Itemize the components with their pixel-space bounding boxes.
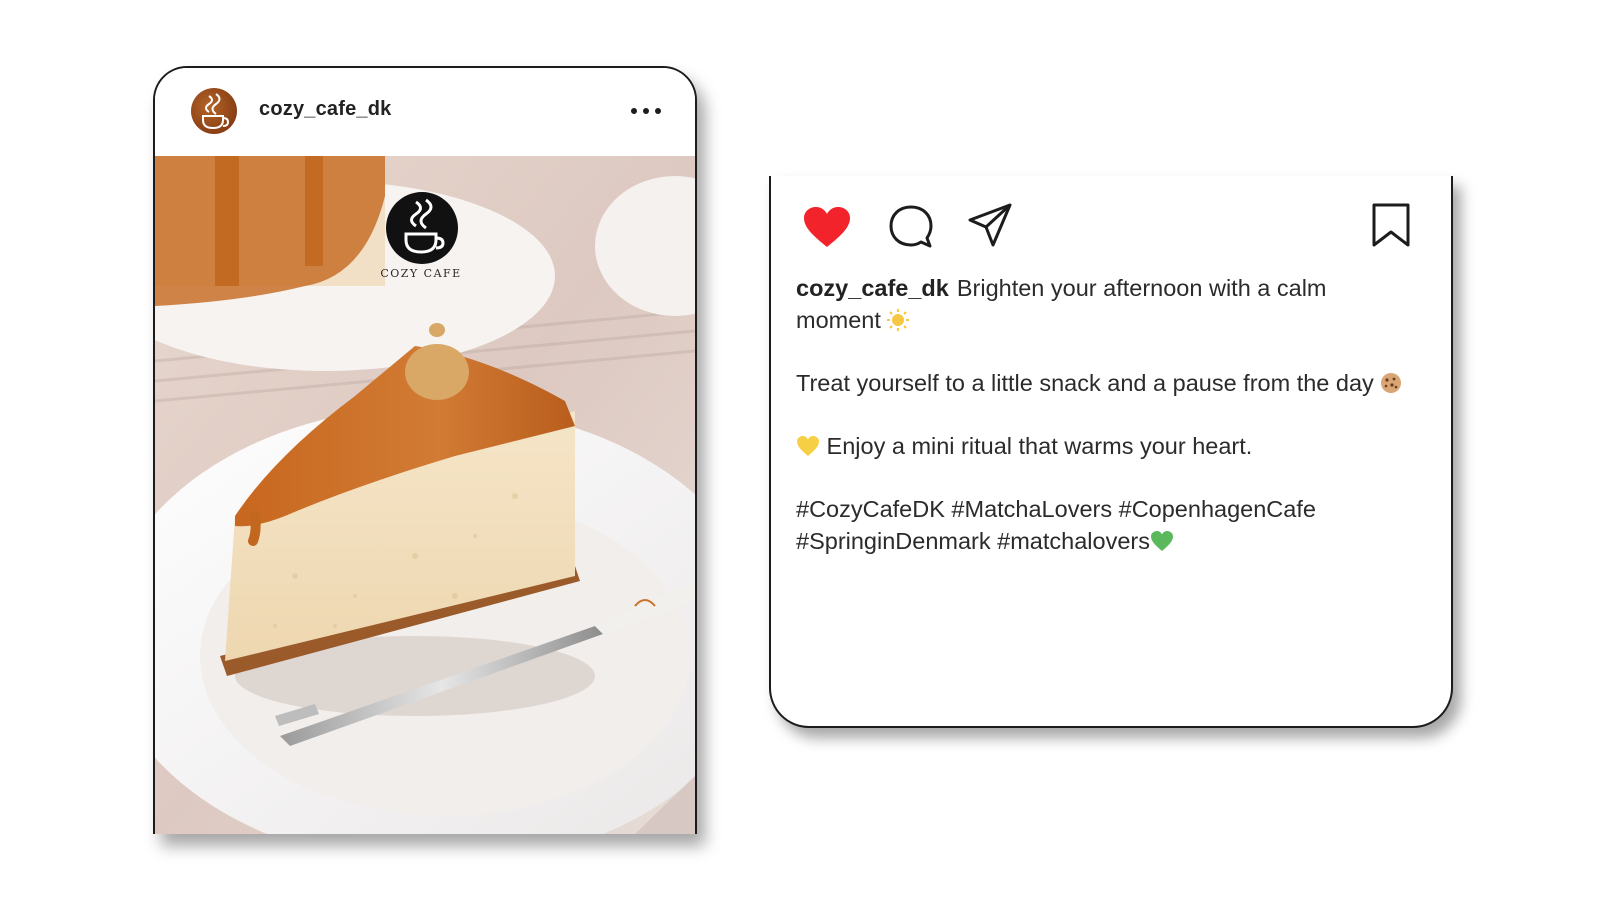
comment-icon[interactable] [887,203,935,251]
bookmark-icon[interactable] [1369,202,1413,248]
caption-text: cozy_cafe_dk Brighten your afternoon with… [796,272,1416,557]
caption-username[interactable]: cozy_cafe_dk [796,275,949,301]
more-options-icon[interactable] [629,106,663,116]
caption-line-3: Enjoy a mini ritual that warms your hear… [826,433,1253,459]
share-icon[interactable] [967,202,1013,248]
logo-mark [386,192,458,264]
yellow-heart-emoji-icon [797,436,819,456]
caption-paragraph-1: cozy_cafe_dk Brighten your afternoon with… [796,272,1416,336]
post-username[interactable]: cozy_cafe_dk [259,98,391,121]
caption-paragraph-2: Treat yourself to a little snack and a p… [796,367,1416,399]
green-heart-emoji-icon [1150,531,1173,551]
post-photo-cheesecake[interactable]: COZY CAFE [155,156,695,834]
heart-icon[interactable] [802,205,852,249]
caption-hashtags-paragraph: #CozyCafeDK #MatchaLovers #CopenhagenCaf… [796,493,1416,557]
brand-logo: COZY CAFE [380,192,460,280]
cookie-emoji-icon [1381,373,1402,393]
coffee-steam-icon [404,198,445,254]
coffee-cup-icon [202,93,230,130]
caption-line-2: Treat yourself to a little snack and a p… [796,370,1374,396]
sun-emoji-icon [887,309,910,331]
caption-card: cozy_cafe_dk Brighten your afternoon with… [769,176,1453,728]
caption-paragraph-3: Enjoy a mini ritual that warms your hear… [796,430,1416,462]
profile-avatar[interactable] [191,88,237,134]
post-header: cozy_cafe_dk [155,68,695,158]
caption-hashtags[interactable]: #CozyCafeDK #MatchaLovers #CopenhagenCaf… [796,496,1316,554]
brand-logo-text: COZY CAFE [380,267,462,280]
post-card: cozy_cafe_dk COZY CAFE [153,66,697,834]
canvas: cozy_cafe_dk COZY CAFE cozy_cafe_dk Brig… [0,0,1600,900]
